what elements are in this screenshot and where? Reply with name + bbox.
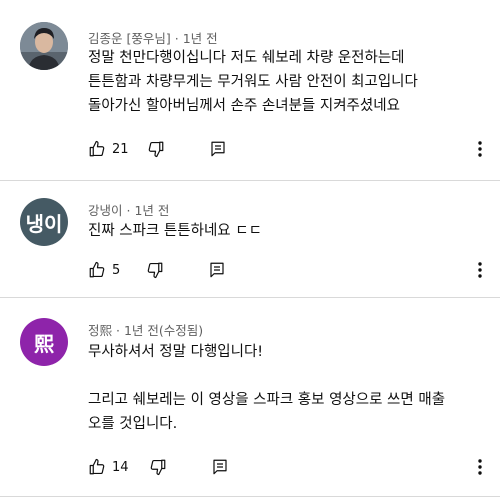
comment-thread-item: 냉이 강냉이 · 1년 전 진짜 스파크 튼튼하네요 ㄷㄷ 5: [0, 181, 500, 296]
dislike-button[interactable]: [149, 458, 167, 476]
comment-text: 진짜 스파크 튼튼하네요 ㄷㄷ: [88, 219, 488, 243]
more-vert-icon: [478, 459, 482, 475]
comment-line: 진짜 스파크 튼튼하네요 ㄷㄷ: [88, 223, 262, 239]
author-name[interactable]: 강냉이: [88, 203, 123, 218]
thumbs-up-icon: [89, 458, 105, 475]
comment-header: 강냉이 · 1년 전: [88, 200, 169, 219]
reply-comment-icon: [212, 459, 227, 475]
thumbs-down-icon: [147, 262, 163, 279]
comment-line: 무사하셔서 정말 다행입니다!: [88, 344, 264, 360]
reply-button[interactable]: [208, 261, 226, 279]
comment-time[interactable]: · 1년 전: [127, 203, 170, 218]
like-count: 5: [112, 262, 121, 278]
comment-actions: 21: [88, 139, 227, 159]
more-options-button[interactable]: [470, 260, 490, 280]
comment-line: 정말 천만다행이십니다 저도 쉐보레 차량 운전하는데: [88, 50, 405, 66]
avatar[interactable]: 熙: [20, 318, 68, 366]
more-options-button[interactable]: [470, 139, 490, 159]
dislike-button[interactable]: [146, 261, 164, 279]
comment-thread-item: 熙 정熙 · 1년 전(수정됨) 무사하셔서 정말 다행입니다! 그리고 쉐보레…: [0, 298, 500, 498]
more-options-button[interactable]: [470, 457, 490, 477]
thumbs-down-icon: [150, 459, 165, 476]
comment-time[interactable]: · 1년 전: [175, 31, 218, 46]
author-badge: [쭝우님]: [126, 31, 171, 46]
comment-line: 튼튼함과 차량무게는 무거워도 사람 안전이 최고입니다: [88, 74, 418, 90]
like-button[interactable]: 5: [88, 261, 120, 279]
comment-line-blank: [88, 364, 488, 388]
avatar-initials: 냉이: [25, 211, 63, 236]
comment-actions: 14: [88, 457, 229, 477]
thumbs-up-icon: [89, 261, 105, 278]
reply-button[interactable]: [211, 458, 229, 476]
thumbs-up-icon: [89, 140, 105, 157]
comment-actions: 5: [88, 260, 226, 280]
comment-header: 정熙 · 1년 전(수정됨): [88, 320, 203, 339]
comment-line: 그리고 쉐보레는 이 영상을 스파크 홍보 영상으로 쓰면 매출: [88, 392, 446, 408]
author-name[interactable]: 김종운: [88, 31, 123, 46]
comment-line: 오를 것입니다.: [88, 416, 178, 432]
like-button[interactable]: 21: [88, 140, 129, 158]
comment-time[interactable]: · 1년 전(수정됨): [116, 323, 203, 338]
like-count: 14: [112, 459, 129, 475]
thumbs-down-icon: [148, 141, 163, 158]
comment-text: 무사하셔서 정말 다행입니다! 그리고 쉐보레는 이 영상을 스파크 홍보 영상…: [88, 340, 488, 436]
dislike-button[interactable]: [147, 140, 165, 158]
comment-text: 정말 천만다행이십니다 저도 쉐보레 차량 운전하는데 튼튼함과 차량무게는 무…: [88, 46, 488, 118]
reply-comment-icon: [210, 141, 225, 157]
like-button[interactable]: 14: [88, 458, 129, 476]
comment-divider: [0, 496, 500, 497]
author-name[interactable]: 정熙: [88, 323, 112, 338]
reply-button[interactable]: [209, 140, 227, 158]
comment-header: 김종운 [쭝우님] · 1년 전: [88, 28, 218, 47]
avatar-initials: 熙: [34, 331, 54, 356]
avatar[interactable]: [20, 22, 68, 70]
reply-comment-icon: [210, 262, 224, 278]
like-count: 21: [112, 141, 129, 157]
more-vert-icon: [478, 262, 482, 278]
comment-line: 돌아가신 할아버님께서 손주 손녀분들 지켜주셨네요: [88, 98, 400, 114]
avatar[interactable]: 냉이: [20, 198, 68, 246]
more-vert-icon: [478, 141, 482, 157]
comment-thread-item: 김종운 [쭝우님] · 1년 전 정말 천만다행이십니다 저도 쉐보레 차량 운…: [0, 0, 500, 178]
profile-photo-icon: [20, 22, 68, 70]
